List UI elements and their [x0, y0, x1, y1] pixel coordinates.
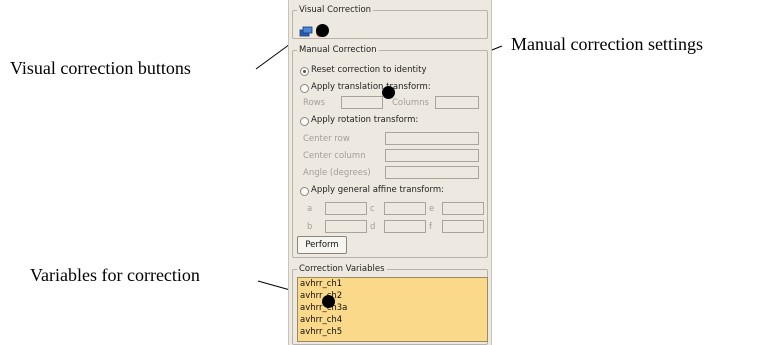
callout-visual-correction-buttons: Visual correction buttons — [10, 58, 191, 78]
rotation-label: Apply rotation transform: — [311, 115, 419, 125]
center-row-label: Center row — [303, 134, 350, 144]
center-column-label: Center column — [303, 151, 366, 161]
translation-label: Apply translation transform: — [311, 82, 431, 92]
callout-dot-visual-buttons — [316, 24, 329, 37]
translation-radio[interactable] — [300, 84, 309, 93]
affine-c-field[interactable] — [384, 202, 426, 215]
list-item[interactable]: avhrr_ch4 — [298, 314, 487, 326]
correction-variables-title: Correction Variables — [297, 263, 387, 275]
rows-label: Rows — [303, 98, 326, 108]
reset-label: Reset correction to identity — [311, 65, 427, 75]
affine-a-label: a — [307, 204, 313, 214]
affine-f-field[interactable] — [442, 220, 484, 233]
list-item[interactable]: avhrr_ch5 — [298, 326, 487, 338]
affine-c-label: c — [370, 204, 375, 214]
visual-correction-title: Visual Correction — [297, 4, 374, 16]
affine-f-label: f — [429, 222, 432, 232]
center-column-field[interactable] — [385, 149, 479, 162]
correction-panel: Visual Correction Manual Correction Rese… — [288, 0, 492, 345]
affine-a-field[interactable] — [325, 202, 367, 215]
affine-d-label: d — [370, 222, 376, 232]
callout-dot-manual-settings — [382, 86, 395, 99]
rows-field[interactable] — [341, 96, 383, 109]
correction-variables-list[interactable]: avhrr_ch1 avhrr_ch2 avhrr_ch3a avhrr_ch4… — [297, 277, 488, 342]
affine-e-field[interactable] — [442, 202, 484, 215]
list-item[interactable]: avhrr_ch1 — [298, 278, 487, 290]
swap-images-button[interactable] — [299, 23, 313, 37]
affine-d-field[interactable] — [384, 220, 426, 233]
callout-variables-for-correction: Variables for correction — [30, 265, 200, 285]
perform-button[interactable]: Perform — [297, 236, 347, 254]
manual-correction-title: Manual Correction — [297, 44, 379, 56]
affine-radio[interactable] — [300, 187, 309, 196]
affine-b-label: b — [307, 222, 313, 232]
affine-b-field[interactable] — [325, 220, 367, 233]
rotation-radio[interactable] — [300, 117, 309, 126]
affine-e-label: e — [429, 204, 435, 214]
columns-label: Columns — [392, 98, 429, 108]
callout-dot-variables — [322, 295, 335, 308]
angle-field[interactable] — [385, 166, 479, 179]
swap-icon — [299, 26, 313, 37]
angle-label: Angle (degrees) — [303, 168, 371, 178]
center-row-field[interactable] — [385, 132, 479, 145]
reset-radio[interactable] — [300, 67, 309, 76]
affine-label: Apply general affine transform: — [311, 185, 444, 195]
columns-field[interactable] — [435, 96, 479, 109]
callout-manual-correction-settings: Manual correction settings — [511, 34, 703, 54]
